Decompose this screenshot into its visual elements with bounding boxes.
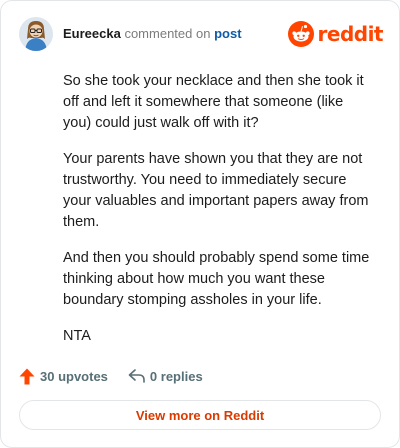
comment-paragraph: And then you should probably spend some … (63, 250, 370, 308)
replies-stat[interactable]: 0 replies (128, 369, 203, 384)
user-avatar[interactable] (19, 17, 53, 51)
comment-footer: 30 upvotes 0 replies (19, 365, 203, 387)
username[interactable]: Eureecka (63, 26, 121, 41)
upvotes-count: 30 upvotes (40, 368, 108, 384)
upvote-arrow-icon (19, 368, 35, 384)
upvotes-stat[interactable]: 30 upvotes (19, 368, 108, 385)
comment-paragraph: NTA (63, 328, 91, 344)
reddit-wordmark: reddit (317, 22, 384, 46)
comment-header: Eureecka commented on post reddit (19, 17, 384, 51)
reddit-alien-logo-icon (287, 21, 314, 47)
avatar-illustration-icon (19, 17, 53, 51)
comment-paragraph: Your parents have shown you that they ar… (63, 151, 369, 230)
comment-paragraph: So she took your necklace and then she t… (63, 73, 364, 131)
reddit-brand[interactable]: reddit (287, 20, 384, 48)
comment-meta: Eureecka commented on post (63, 26, 242, 42)
action-text: commented on (124, 26, 211, 41)
reddit-comment-card: Eureecka commented on post reddit So she… (0, 0, 400, 448)
reply-arrow-icon (128, 369, 145, 383)
replies-count: 0 replies (149, 368, 203, 384)
comment-body: So she took your necklace and then she t… (63, 71, 375, 362)
view-more-button[interactable]: View more on Reddit (19, 400, 381, 430)
post-link[interactable]: post (214, 26, 241, 41)
